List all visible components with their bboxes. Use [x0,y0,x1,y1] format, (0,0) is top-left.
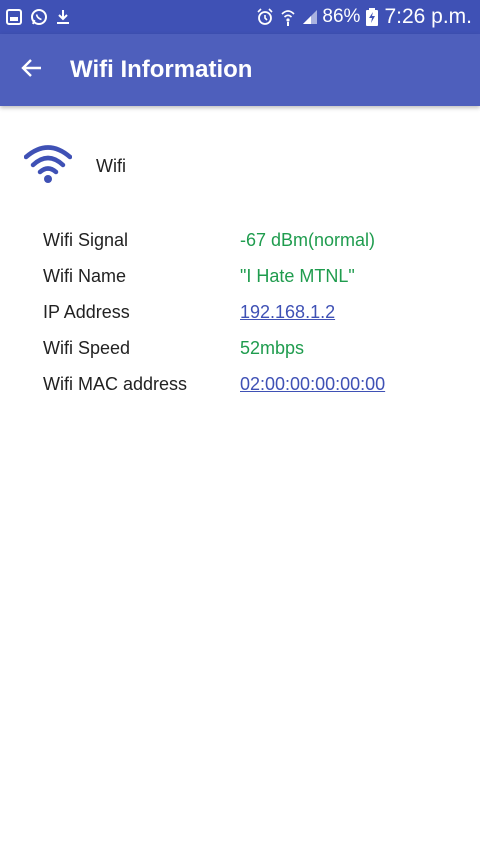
battery-charging-icon [366,8,379,26]
detail-row: IP Address 192.168.1.2 [43,294,463,330]
detail-key: Wifi Signal [43,229,129,250]
wifi-header-label: Wifi [96,155,126,176]
back-button[interactable] [0,34,64,106]
clock: 7:26 p.m. [384,5,472,28]
detail-value: "I Hate MTNL" [240,265,355,286]
battery-percent: 86% [322,6,361,27]
gallery-icon [6,9,22,25]
alarm-icon [256,8,274,26]
back-arrow-icon [20,56,44,85]
page-title: Wifi Information [70,56,253,83]
whatsapp-icon [30,8,48,26]
detail-key: Wifi MAC address [43,373,188,394]
wifi-header: Wifi [23,144,126,189]
detail-row: Wifi Name "I Hate MTNL" [43,258,463,294]
wifi-status-icon [280,8,296,26]
status-bar: 86% 7:26 p.m. [0,0,480,34]
detail-row: Wifi MAC address 02:00:00:00:00:00 [43,366,463,402]
detail-value: -67 dBm(normal) [240,229,376,250]
status-bar-right: 86% 7:26 p.m. [250,5,472,29]
detail-key: IP Address [43,301,130,322]
detail-row: Wifi Speed 52mbps [43,330,463,366]
download-icon [56,9,70,25]
wifi-icon [23,144,73,189]
signal-icon [302,9,318,25]
app-bar: Wifi Information [0,34,480,106]
detail-value-link[interactable]: 192.168.1.2 [240,302,335,323]
detail-key: Wifi Speed [43,337,131,358]
detail-row: Wifi Signal -67 dBm(normal) [43,222,463,258]
status-bar-left [6,8,78,26]
detail-value-link[interactable]: 02:00:00:00:00:00 [240,374,385,395]
detail-key: Wifi Name [43,265,127,286]
detail-value: 52mbps [240,337,305,358]
wifi-details-list: Wifi Signal -67 dBm(normal) Wifi Name "I Ha… [43,222,463,402]
